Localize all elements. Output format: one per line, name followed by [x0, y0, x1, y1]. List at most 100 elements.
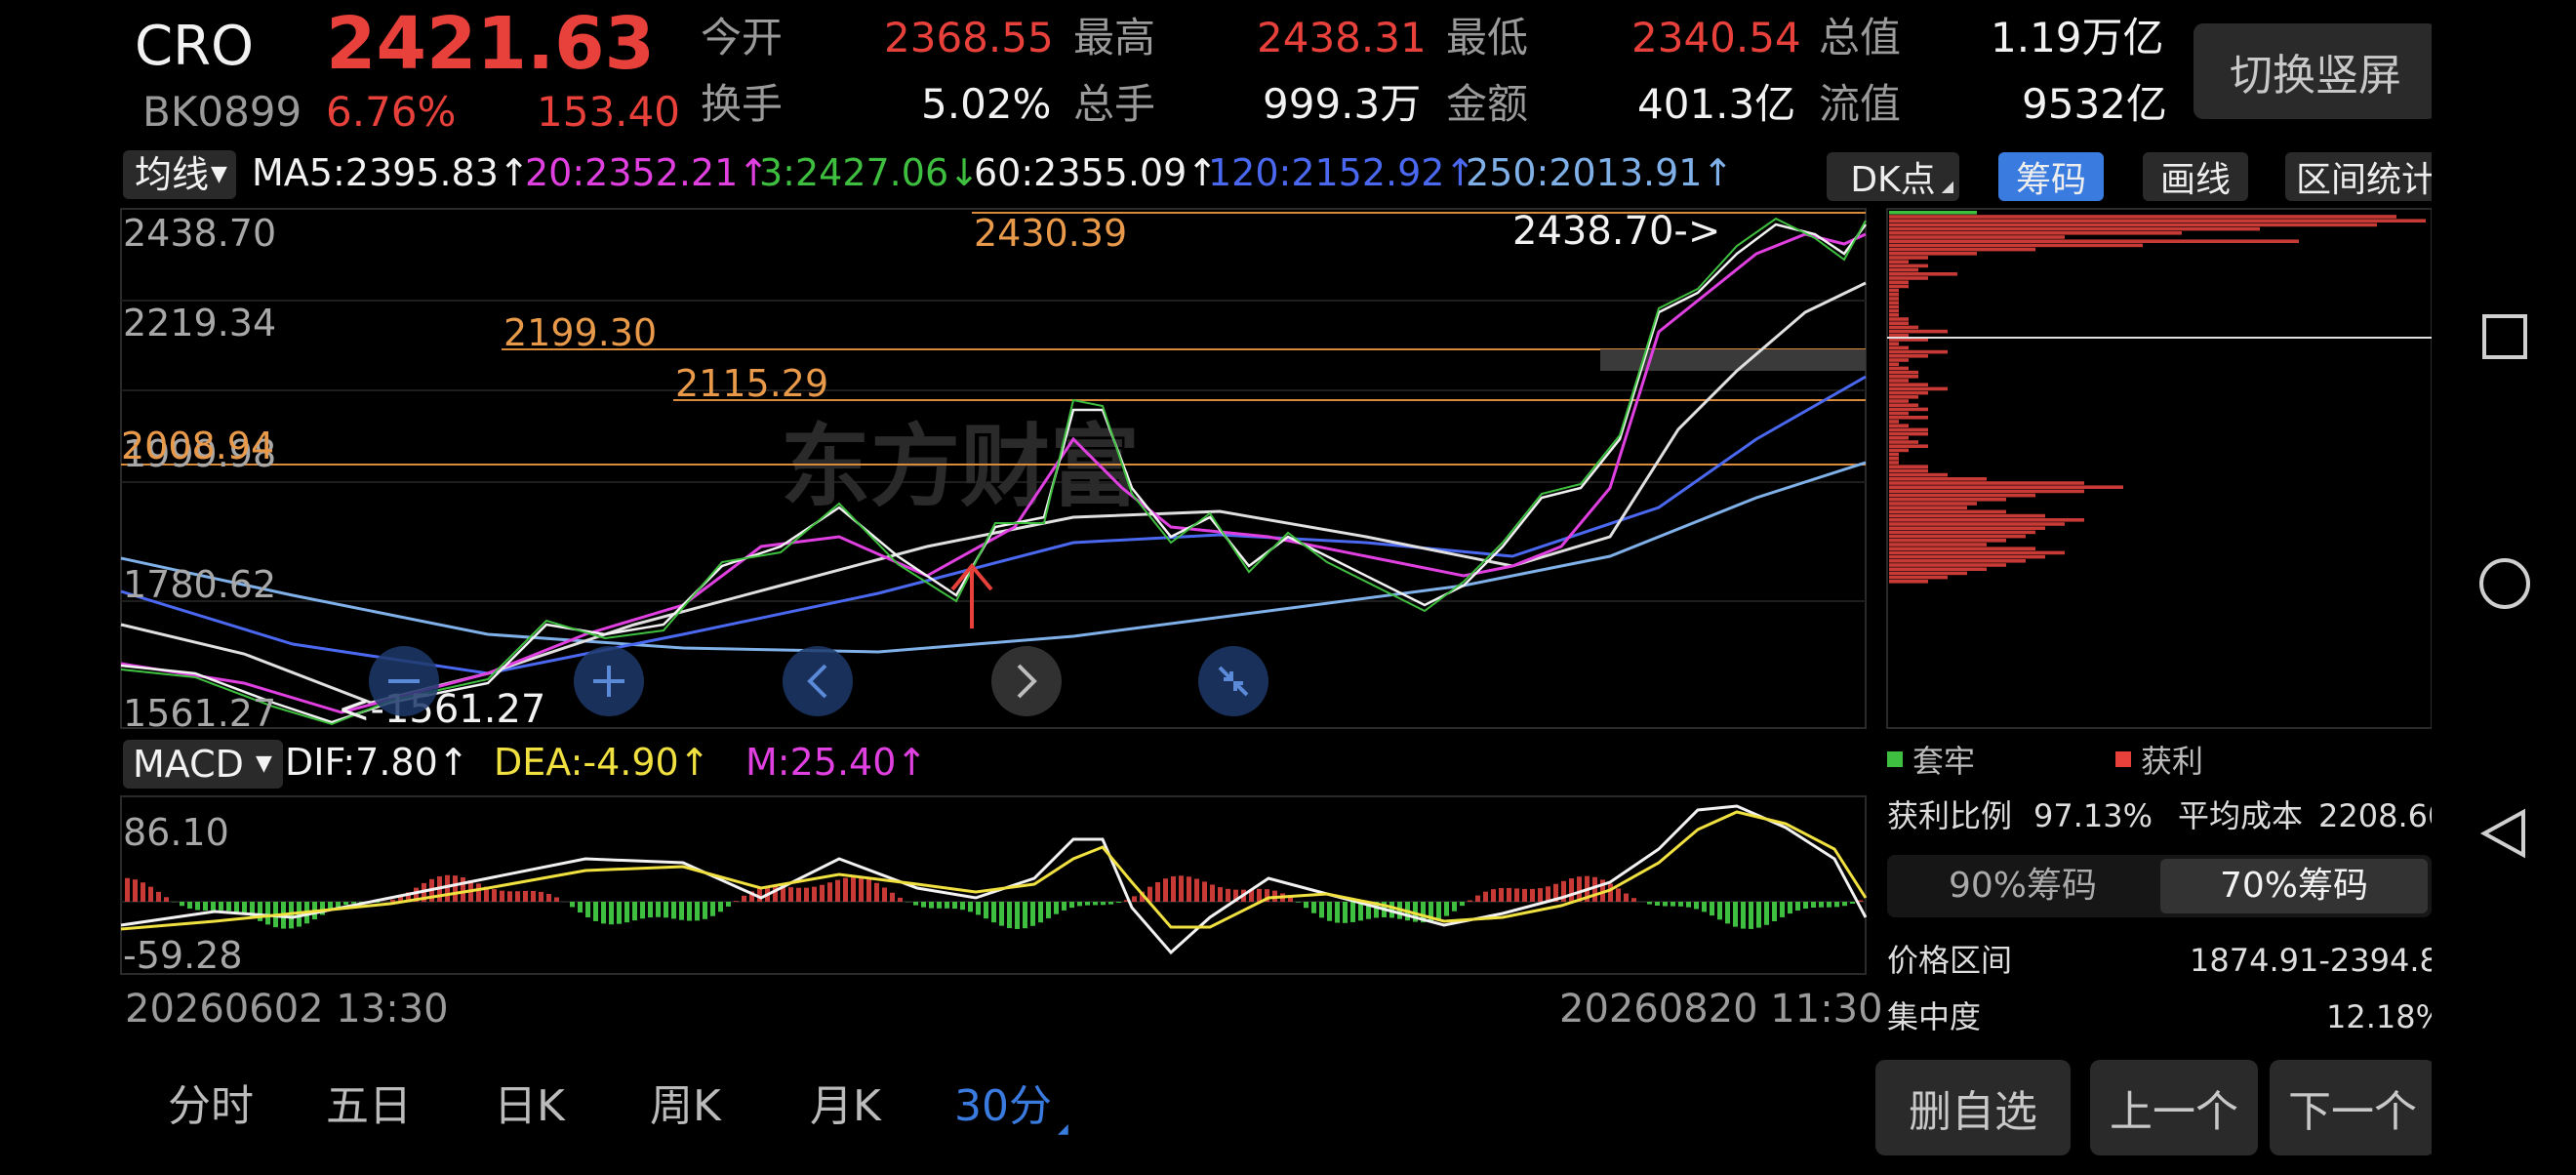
chips-bar: [1889, 551, 2065, 555]
tab-daily-k[interactable]: 日K: [494, 1085, 565, 1128]
tab-30min[interactable]: 30分: [954, 1085, 1052, 1128]
chips-bar: [1889, 469, 1928, 473]
macd-bar: [336, 902, 341, 908]
macd-bar: [523, 891, 528, 902]
price-line-label-1: 2430.39: [974, 212, 1127, 255]
macd-bar: [851, 877, 856, 902]
back-button[interactable]: [2484, 812, 2523, 855]
macd-bar: [1460, 902, 1465, 906]
macd-bar: [1179, 875, 1184, 902]
macd-bar: [679, 902, 684, 920]
chips-bar: [1889, 567, 1987, 571]
macd-bar: [195, 902, 200, 911]
macd-bar: [133, 879, 138, 902]
zoom-out-button[interactable]: [369, 646, 439, 716]
y-label-4: 1780.62: [123, 563, 276, 606]
macd-bar: [1514, 888, 1519, 902]
profit-legend-swatch: [2115, 751, 2131, 767]
chips-bar: [1889, 211, 1977, 215]
macd-bar: [125, 878, 130, 902]
chips-bar: [1889, 420, 1899, 424]
scroll-left-button[interactable]: [783, 646, 853, 716]
macd-bar: [601, 902, 606, 923]
macd-bar: [226, 902, 231, 911]
y-label-2: 2219.34: [123, 302, 276, 344]
macd-bar: [1741, 902, 1746, 929]
scroll-right-button[interactable]: [991, 646, 1062, 716]
high-marker: 2438.70->: [1512, 209, 1720, 254]
chips-bar: [1889, 293, 1899, 297]
chips-bar: [1889, 309, 1899, 313]
macd-dif-line: [121, 806, 1866, 952]
chips-bar: [1889, 280, 1909, 284]
macd-bar: [1452, 902, 1457, 912]
macd-bar: [1327, 902, 1332, 921]
price-line-label-3: 2115.29: [675, 362, 828, 405]
chips-bar: [1889, 432, 1928, 436]
tab-chips-70[interactable]: 70%筹码: [2160, 859, 2428, 913]
remove-watchlist-button[interactable]: 删自选: [1875, 1060, 2071, 1155]
macd-bar: [1444, 902, 1449, 916]
time-axis-start: 20260602 13:30: [125, 990, 449, 1029]
avg-cost-value: 2208.60: [2318, 800, 2447, 831]
zoom-in-button[interactable]: [574, 646, 644, 716]
chips-bar: [1889, 408, 1928, 412]
previous-button[interactable]: 上一个: [2090, 1060, 2258, 1155]
macd-bar: [1811, 902, 1816, 908]
macd-bar: [351, 902, 356, 904]
macd-bar: [554, 897, 559, 902]
chips-bar: [1889, 391, 1928, 395]
chips-bar: [1889, 342, 1899, 345]
macd-bar: [742, 896, 746, 902]
chips-bar: [1889, 219, 2426, 223]
time-axis-end: 20260820 11:30: [1559, 990, 1883, 1029]
chips-bar: [1889, 317, 1909, 321]
tab-monthly-k[interactable]: 月K: [810, 1085, 881, 1128]
chips-bar: [1889, 313, 1899, 317]
macd-selector[interactable]: MACD ▼: [123, 740, 283, 789]
recent-apps-button[interactable]: [2484, 316, 2525, 357]
tab-weekly-k[interactable]: 周K: [650, 1085, 721, 1128]
macd-bar: [921, 902, 926, 908]
chips-bar: [1889, 276, 1928, 280]
profit-ratio-value: 97.13%: [2033, 800, 2153, 831]
macd-bar: [1194, 878, 1199, 902]
chips-bar: [1889, 514, 2045, 518]
chips-bar: [1889, 268, 1918, 272]
chips-bar: [1889, 436, 1909, 440]
tab-chips-90[interactable]: 90%筹码: [1887, 855, 2158, 917]
chips-bar: [1889, 490, 2084, 494]
macd-bar: [1335, 902, 1340, 923]
macd-bar: [461, 877, 465, 902]
chips-bar: [1889, 235, 2065, 239]
macd-bar: [1694, 902, 1699, 909]
tab-intraday[interactable]: 分时: [168, 1085, 254, 1128]
macd-bar: [952, 902, 957, 909]
next-button[interactable]: 下一个: [2270, 1060, 2435, 1155]
chips-bar: [1889, 387, 1948, 391]
macd-bar: [726, 902, 731, 907]
chips-bar: [1889, 465, 1928, 468]
tab-five-day[interactable]: 五日: [326, 1085, 412, 1128]
macd-bar: [1507, 888, 1511, 902]
macd-bar: [671, 902, 676, 918]
home-button[interactable]: [2481, 560, 2528, 607]
chips-bar: [1889, 375, 1918, 379]
chips-bar: [1889, 547, 2035, 550]
chips-bar: [1889, 485, 2123, 489]
macd-bar: [578, 902, 583, 912]
macd-bar: [1023, 902, 1027, 928]
macd-bar: [1296, 902, 1301, 903]
macd-bar: [1319, 902, 1324, 917]
macd-bar: [1733, 902, 1738, 927]
macd-bar: [734, 901, 739, 902]
chips-bar: [1889, 321, 1909, 325]
chips-bar: [1889, 473, 1948, 477]
macd-m-value: M:25.40↑: [745, 744, 927, 781]
chips-bar: [1889, 576, 1948, 580]
macd-bar: [1343, 902, 1348, 923]
reset-zoom-button[interactable]: [1198, 646, 1268, 716]
chips-bar: [1889, 580, 1928, 584]
concentration-value: 12.18%: [2326, 1001, 2445, 1033]
chips-bar: [1889, 449, 1909, 453]
